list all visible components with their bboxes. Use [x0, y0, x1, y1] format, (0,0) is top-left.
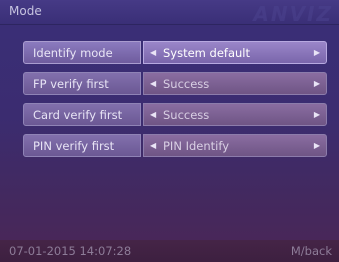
setting-label-cell: Identify mode	[23, 41, 141, 64]
setting-label-cell: Card verify first	[23, 103, 141, 126]
setting-label: FP verify first	[33, 77, 109, 91]
setting-value-selector[interactable]: ◀ Success ▶	[143, 72, 327, 95]
setting-row-card-verify-first[interactable]: Card verify first ◀ Success ▶	[23, 103, 327, 126]
setting-row-identify-mode[interactable]: Identify mode ◀ System default ▶	[23, 41, 327, 64]
page-title: Mode	[9, 4, 42, 18]
arrow-right-icon[interactable]: ▶	[314, 79, 320, 88]
setting-label-cell: PIN verify first	[23, 134, 141, 157]
setting-value-selector[interactable]: ◀ Success ▶	[143, 103, 327, 126]
setting-value: Success	[163, 77, 210, 91]
setting-label: PIN verify first	[33, 139, 115, 153]
arrow-left-icon[interactable]: ◀	[150, 110, 156, 119]
arrow-right-icon[interactable]: ▶	[314, 48, 320, 57]
device-screen: Mode ANVIZ Identify mode ◀ System defaul…	[0, 0, 339, 262]
status-bar: 07-01-2015 14:07:28 M/back	[0, 240, 339, 262]
brand-logo: ANVIZ	[253, 2, 333, 26]
arrow-right-icon[interactable]: ▶	[314, 141, 320, 150]
arrow-left-icon[interactable]: ◀	[150, 48, 156, 57]
setting-value: PIN Identify	[163, 139, 229, 153]
title-bar: Mode ANVIZ	[0, 0, 339, 26]
arrow-left-icon[interactable]: ◀	[150, 79, 156, 88]
arrow-left-icon[interactable]: ◀	[150, 141, 156, 150]
setting-value: System default	[163, 46, 251, 60]
setting-value-selector[interactable]: ◀ System default ▶	[143, 41, 327, 64]
datetime-display: 07-01-2015 14:07:28	[9, 244, 132, 258]
setting-value-selector[interactable]: ◀ PIN Identify ▶	[143, 134, 327, 157]
setting-label-cell: FP verify first	[23, 72, 141, 95]
setting-label: Card verify first	[33, 108, 123, 122]
setting-label: Identify mode	[33, 46, 113, 60]
settings-list: Identify mode ◀ System default ▶ FP veri…	[23, 41, 327, 165]
back-hint[interactable]: M/back	[291, 244, 332, 258]
setting-value: Success	[163, 108, 210, 122]
setting-row-fp-verify-first[interactable]: FP verify first ◀ Success ▶	[23, 72, 327, 95]
arrow-right-icon[interactable]: ▶	[314, 110, 320, 119]
setting-row-pin-verify-first[interactable]: PIN verify first ◀ PIN Identify ▶	[23, 134, 327, 157]
